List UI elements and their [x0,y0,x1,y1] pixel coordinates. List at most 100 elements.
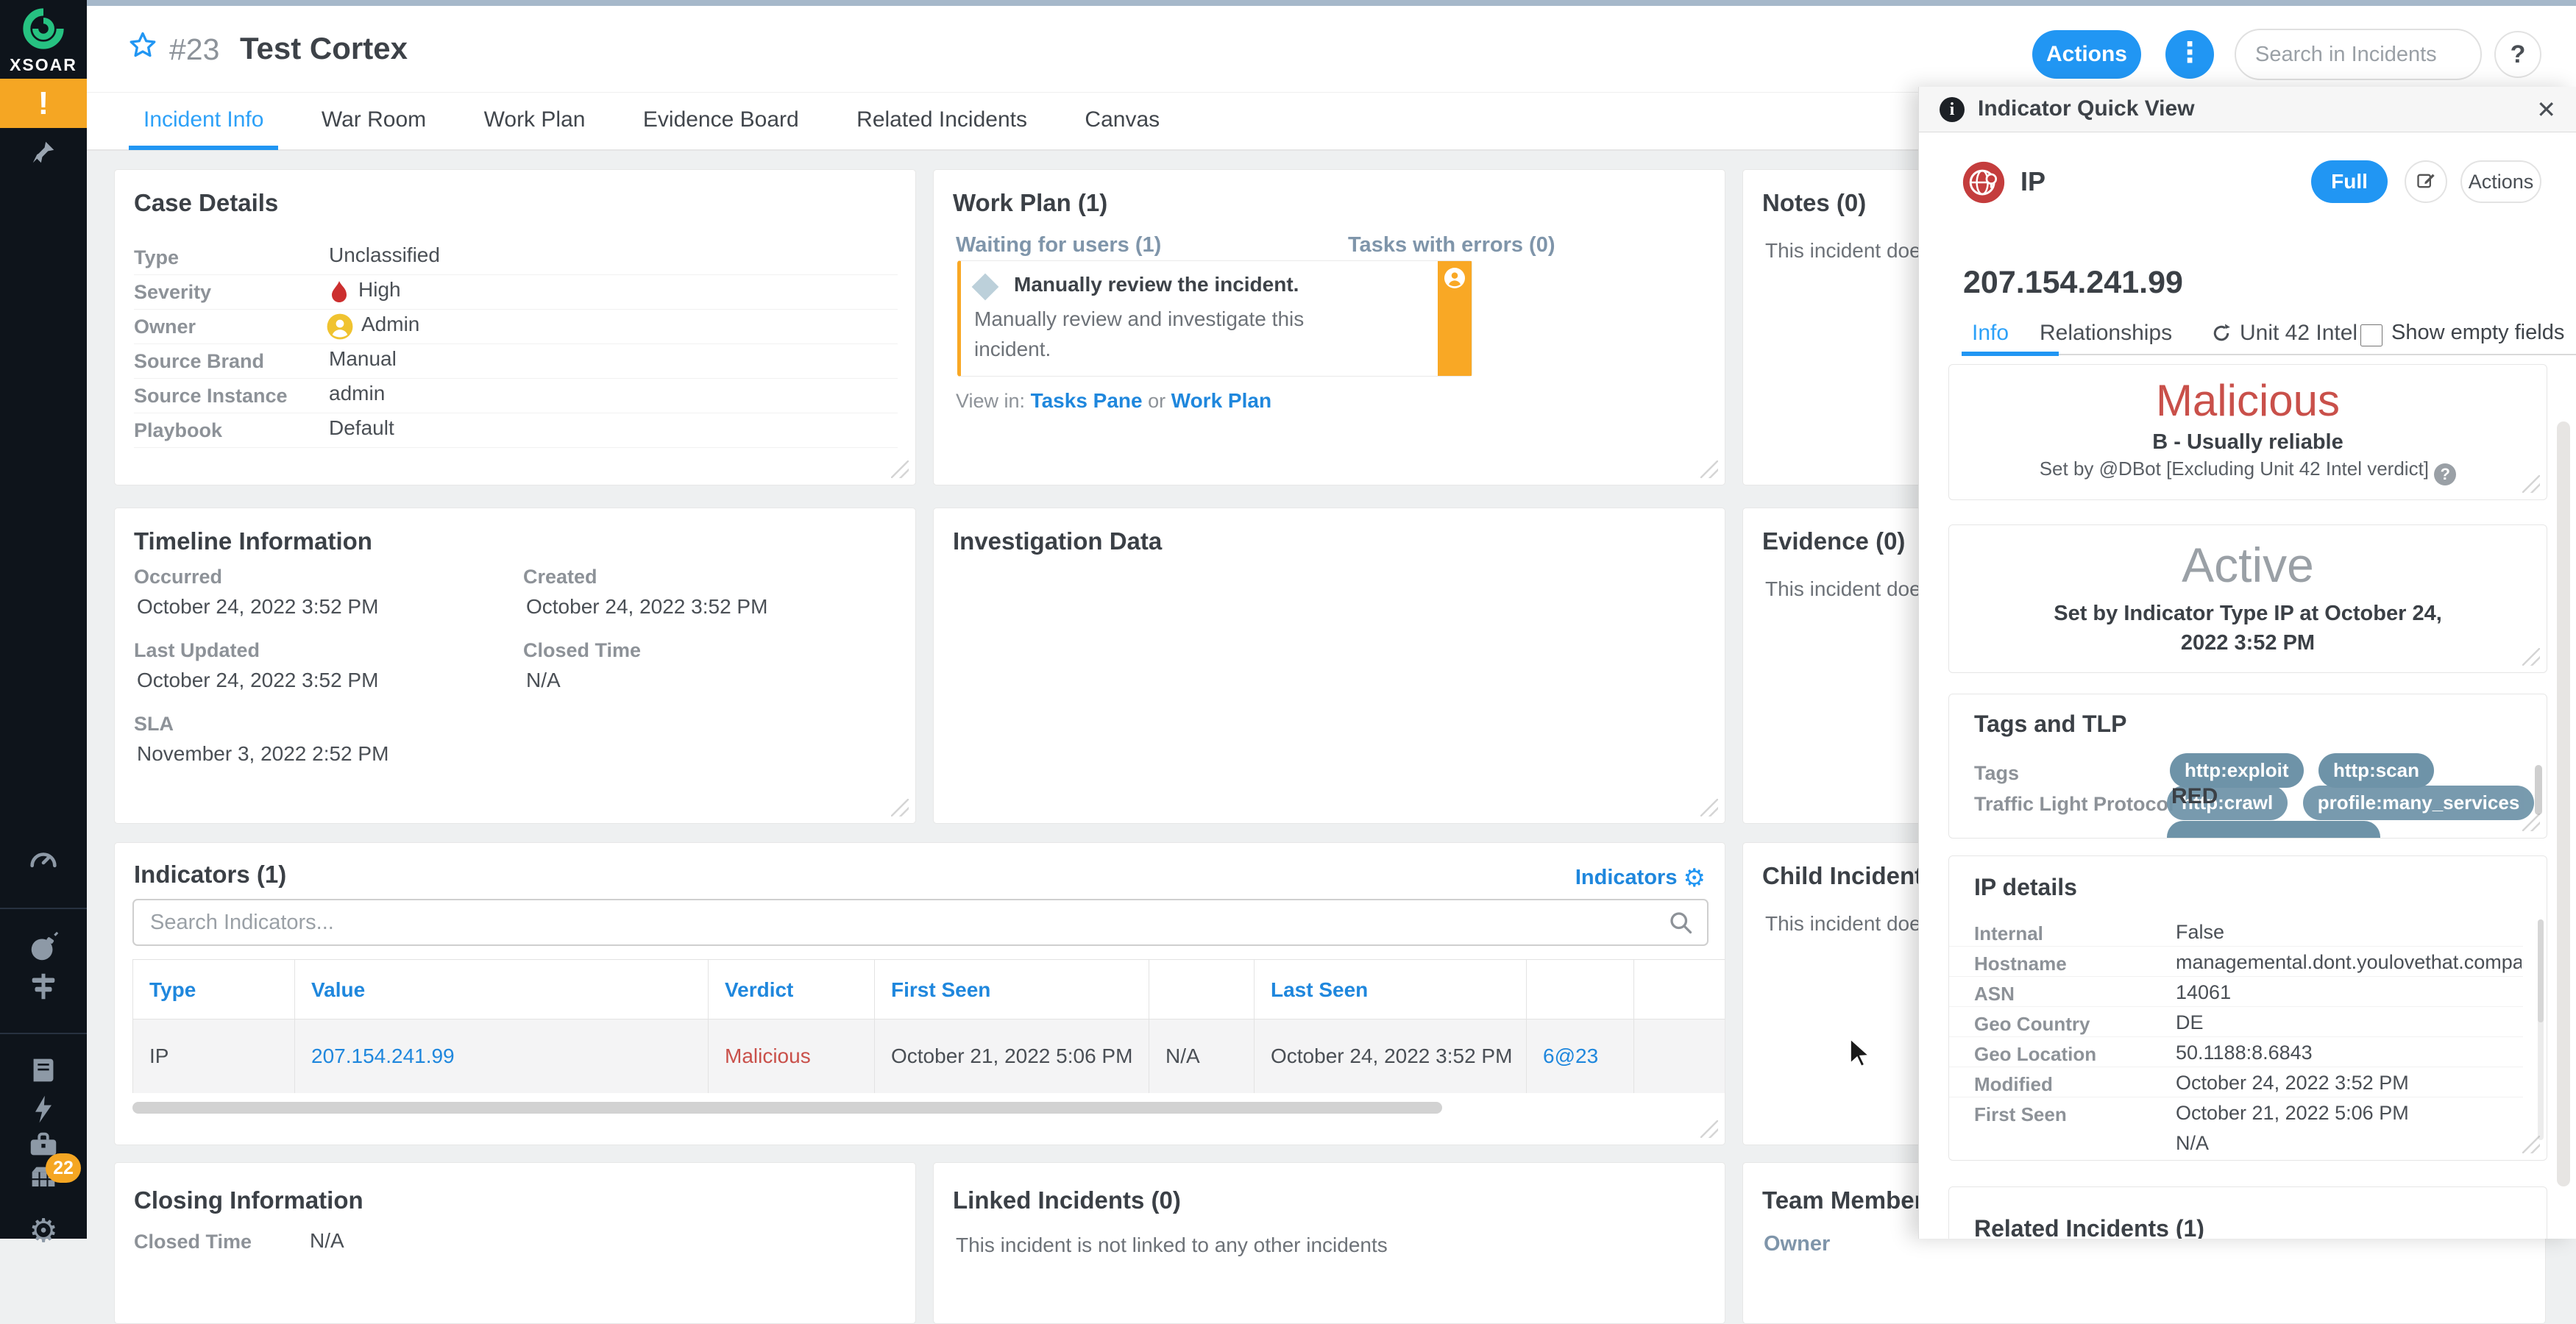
cell-first-seen: October 21, 2022 5:06 PM [875,1019,1149,1093]
card-vscroll-track [2538,919,2544,1140]
page-title: Test Cortex [240,31,408,65]
created-label: Created [523,566,597,588]
task-title: Manually review the incident. [1014,273,1299,296]
table-hscroll-thumb[interactable] [132,1102,1442,1114]
cell-type: IP [133,1019,295,1093]
user-icon [1444,268,1465,288]
indicators-table: Type Value Verdict First Seen Last Seen … [132,959,1725,1093]
qv-tab-info[interactable]: Info [1972,321,2009,346]
refresh-icon[interactable] [2210,322,2232,348]
marketplace-package-icon[interactable]: 22 [0,1153,87,1198]
tags-list: http:exploit http:scan [2170,753,2446,788]
quick-view-title: Indicator Quick View [1978,96,2195,121]
cell-related: 6@23 [1527,1019,1634,1093]
ip-details-fields: Internal False Hostname managemental.don… [1949,917,2523,1158]
search-icon[interactable] [1667,909,1694,939]
panel-title: Closing Information [134,1186,363,1214]
related-incident-link[interactable]: 6@23 [1543,1044,1598,1067]
sidebar-alert-item[interactable]: ! [0,79,87,128]
indicator-value-link[interactable]: 207.154.241.99 [311,1044,455,1067]
help-button[interactable]: ? [2494,31,2541,78]
tag-pill[interactable]: profile:many_services [2302,786,2535,820]
column-header-type[interactable]: Type [133,960,295,1019]
help-icon: ? [2510,40,2526,68]
tag-pill[interactable]: http:scan [2318,753,2434,788]
linked-incidents-panel: Linked Incidents (0) This incident is no… [933,1162,1725,1324]
last-updated-value: October 24, 2022 3:52 PM [137,669,379,691]
card-resize-handle[interactable] [2522,1136,2540,1153]
notes-empty-text: This incident does [1765,239,1931,262]
tasks-pane-link[interactable]: Tasks Pane [1031,389,1143,412]
actions-button[interactable]: Actions [2032,30,2141,79]
kebab-menu-button[interactable]: ⋮ [2165,30,2214,79]
card-resize-handle[interactable] [2522,814,2540,831]
close-icon[interactable]: ✕ [2536,96,2556,124]
verdict-help-icon[interactable]: ? [2434,463,2457,485]
threat-intel-signpost-icon[interactable] [0,969,87,1007]
cell-last-seen: October 24, 2022 3:52 PM [1255,1019,1527,1093]
automation-bolt-icon[interactable] [0,1093,87,1129]
panel-resize-handle[interactable] [891,799,909,816]
marketplace-badge: 22 [46,1153,81,1183]
column-header-last-seen[interactable]: Last Seen [1255,960,1527,1019]
task-diamond-icon [971,273,999,301]
closed-time-label: Closed Time [134,1231,252,1253]
tab-work-plan[interactable]: Work Plan [469,93,600,150]
search-incidents-input[interactable] [2235,29,2482,80]
dashboard-gauge-icon[interactable] [0,846,87,883]
tab-related-incidents[interactable]: Related Incidents [842,93,1042,150]
qv-tab-relationships[interactable]: Relationships [2040,321,2172,346]
column-header-value[interactable]: Value [295,960,709,1019]
xsoar-logo[interactable]: XSOAR [0,7,87,75]
indicator-quick-view-panel: i Indicator Quick View ✕ IP Full Actions… [1918,87,2576,1239]
sidebar-divider [0,1033,87,1034]
tag-pill[interactable]: http:exploit [2170,753,2304,788]
indicators-search-input[interactable] [134,900,1707,944]
status-value: Active [2182,538,2314,592]
work-plan-link[interactable]: Work Plan [1171,389,1271,412]
closed-time-label: Closed Time [523,639,642,661]
detail-row: N/A [2176,1132,2210,1154]
column-header-verdict[interactable]: Verdict [709,960,875,1019]
tab-canvas[interactable]: Canvas [1070,93,1174,150]
pin-icon[interactable] [0,138,87,170]
task-card[interactable]: Manually review the incident. Manually r… [957,260,1472,377]
task-owner-strip [1438,261,1472,376]
card-resize-handle[interactable] [2522,648,2540,666]
quickview-scroll-thumb[interactable] [2557,421,2570,1186]
indicator-table-row[interactable]: IP 207.154.241.99 Malicious October 21, … [133,1019,1725,1093]
case-details-panel: Case Details Type Unclassified Severity … [114,169,916,485]
card-resize-handle[interactable] [2522,475,2540,493]
star-icon[interactable] [127,29,159,65]
panel-resize-handle[interactable] [1700,1120,1718,1138]
indicator-type-label: IP [2020,166,2046,196]
severity-flame-icon [327,280,351,308]
task-description: Manually review and investigate this inc… [974,307,1305,360]
full-view-button[interactable]: Full [2311,160,2388,203]
panel-resize-handle[interactable] [891,460,909,478]
field-row: Owner Admin [134,310,898,344]
column-header-first-seen[interactable]: First Seen [875,960,1149,1019]
tags-tlp-card: Tags and TLP Tags http:exploit http:scan… [1948,694,2547,839]
show-empty-fields-checkbox[interactable] [2360,324,2382,346]
field-row: Severity High [134,275,898,310]
tab-incident-info[interactable]: Incident Info [129,93,279,150]
indicator-actions-button[interactable]: Actions [2460,160,2541,203]
case-details-fields: Type Unclassified Severity High Owner Ad… [134,241,898,448]
panel-resize-handle[interactable] [1700,460,1718,478]
playbooks-book-icon[interactable] [0,1053,87,1091]
work-plan-panel: Work Plan (1) Waiting for users (1) Task… [933,169,1725,485]
card-vscroll-thumb[interactable] [2538,919,2544,1022]
indicators-gear-icon[interactable]: ⚙ [1683,864,1706,892]
panel-resize-handle[interactable] [1700,799,1718,816]
owner-avatar [326,313,354,344]
qv-tab-unit42[interactable]: Unit 42 Intel [2240,321,2357,346]
occurred-label: Occurred [134,566,223,588]
incidents-bomb-icon[interactable] [0,930,87,967]
tab-war-room[interactable]: War Room [307,93,441,150]
settings-gear-icon[interactable]: ⚙ [0,1212,87,1250]
panel-title: Work Plan (1) [953,189,1108,216]
tab-evidence-board[interactable]: Evidence Board [628,93,814,150]
indicators-link[interactable]: Indicators [1575,866,1678,889]
edit-button[interactable] [2405,160,2447,203]
